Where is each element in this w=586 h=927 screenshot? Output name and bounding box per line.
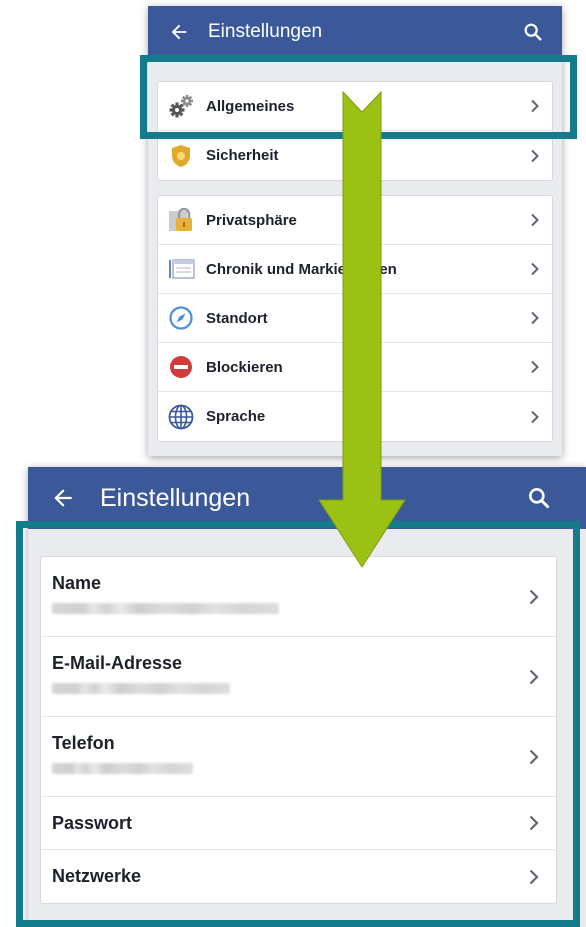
settings-item-label: Passwort xyxy=(52,812,133,833)
globe-icon xyxy=(167,403,195,431)
settings-item-security[interactable]: Sicherheit xyxy=(158,131,552,180)
header-title: Einstellungen xyxy=(208,21,323,42)
settings-item-label: E-Mail-Adresse xyxy=(52,653,183,673)
settings-item-password[interactable]: Passwort xyxy=(41,797,556,850)
search-icon[interactable] xyxy=(522,481,556,515)
compass-icon xyxy=(167,304,195,332)
settings-item-label: Telefon xyxy=(52,733,115,753)
settings-item-networks[interactable]: Netzwerke xyxy=(41,850,556,903)
settings-item-label: Blockieren xyxy=(206,358,283,376)
settings-item-general[interactable]: Allgemeines xyxy=(158,82,552,131)
padlock-icon xyxy=(167,206,195,234)
chevron-right-icon xyxy=(531,99,539,113)
settings-item-label: Netzwerke xyxy=(52,866,142,886)
app-header: Einstellungen xyxy=(148,6,562,58)
chevron-right-icon xyxy=(531,311,539,325)
settings-item-name[interactable]: Name xyxy=(41,557,556,637)
tutorial-composite: Einstellungen Allgemeines Sicherheit Pri… xyxy=(0,0,586,927)
chevron-right-icon xyxy=(529,589,539,604)
settings-item-label: Standort xyxy=(206,309,268,327)
redacted-value xyxy=(52,603,279,614)
chevron-right-icon xyxy=(529,815,539,831)
settings-item-language[interactable]: Sprache xyxy=(158,392,552,441)
chevron-right-icon xyxy=(531,213,539,227)
back-arrow-icon[interactable] xyxy=(164,17,194,47)
chevron-right-icon xyxy=(531,262,539,276)
header-title: Einstellungen xyxy=(100,483,251,512)
chevron-right-icon xyxy=(529,669,539,684)
chevron-right-icon xyxy=(531,149,539,162)
settings-item-label: Sprache xyxy=(206,408,266,425)
app-header: Einstellungen xyxy=(28,467,586,529)
settings-item-label: Allgemeines xyxy=(206,97,295,115)
redacted-value xyxy=(52,763,193,774)
chevron-right-icon xyxy=(531,360,539,374)
chevron-right-icon xyxy=(529,869,539,884)
back-arrow-icon[interactable] xyxy=(46,481,80,515)
general-settings-list: Name E-Mail-Adresse Telefon Passwort Net… xyxy=(40,556,557,904)
settings-item-timeline[interactable]: Chronik und Markierungen xyxy=(158,245,552,294)
search-icon[interactable] xyxy=(518,17,548,47)
settings-item-email[interactable]: E-Mail-Adresse xyxy=(41,637,556,717)
gears-icon xyxy=(167,92,195,120)
settings-item-blocking[interactable]: Blockieren xyxy=(158,343,552,392)
redacted-value xyxy=(52,683,230,694)
settings-item-label: Sicherheit xyxy=(206,147,279,164)
settings-item-label: Chronik und Markierungen xyxy=(206,260,397,278)
settings-group-account: Allgemeines Sicherheit xyxy=(157,81,553,181)
chevron-right-icon xyxy=(529,749,539,764)
settings-screen-overview: Einstellungen Allgemeines Sicherheit Pri… xyxy=(148,6,562,456)
block-icon xyxy=(167,353,195,381)
timeline-icon xyxy=(167,255,195,283)
settings-item-location[interactable]: Standort xyxy=(158,294,552,343)
settings-screen-general: Einstellungen Name E-Mail-Adresse Telefo… xyxy=(28,467,586,927)
settings-item-privacy[interactable]: Privatsphäre xyxy=(158,196,552,245)
chevron-right-icon xyxy=(531,410,539,423)
settings-item-label: Privatsphäre xyxy=(206,211,297,229)
settings-group-privacy: Privatsphäre Chronik und Markierungen St… xyxy=(157,195,553,442)
settings-item-phone[interactable]: Telefon xyxy=(41,717,556,797)
settings-item-label: Name xyxy=(52,573,102,593)
security-badge-icon xyxy=(167,142,195,170)
